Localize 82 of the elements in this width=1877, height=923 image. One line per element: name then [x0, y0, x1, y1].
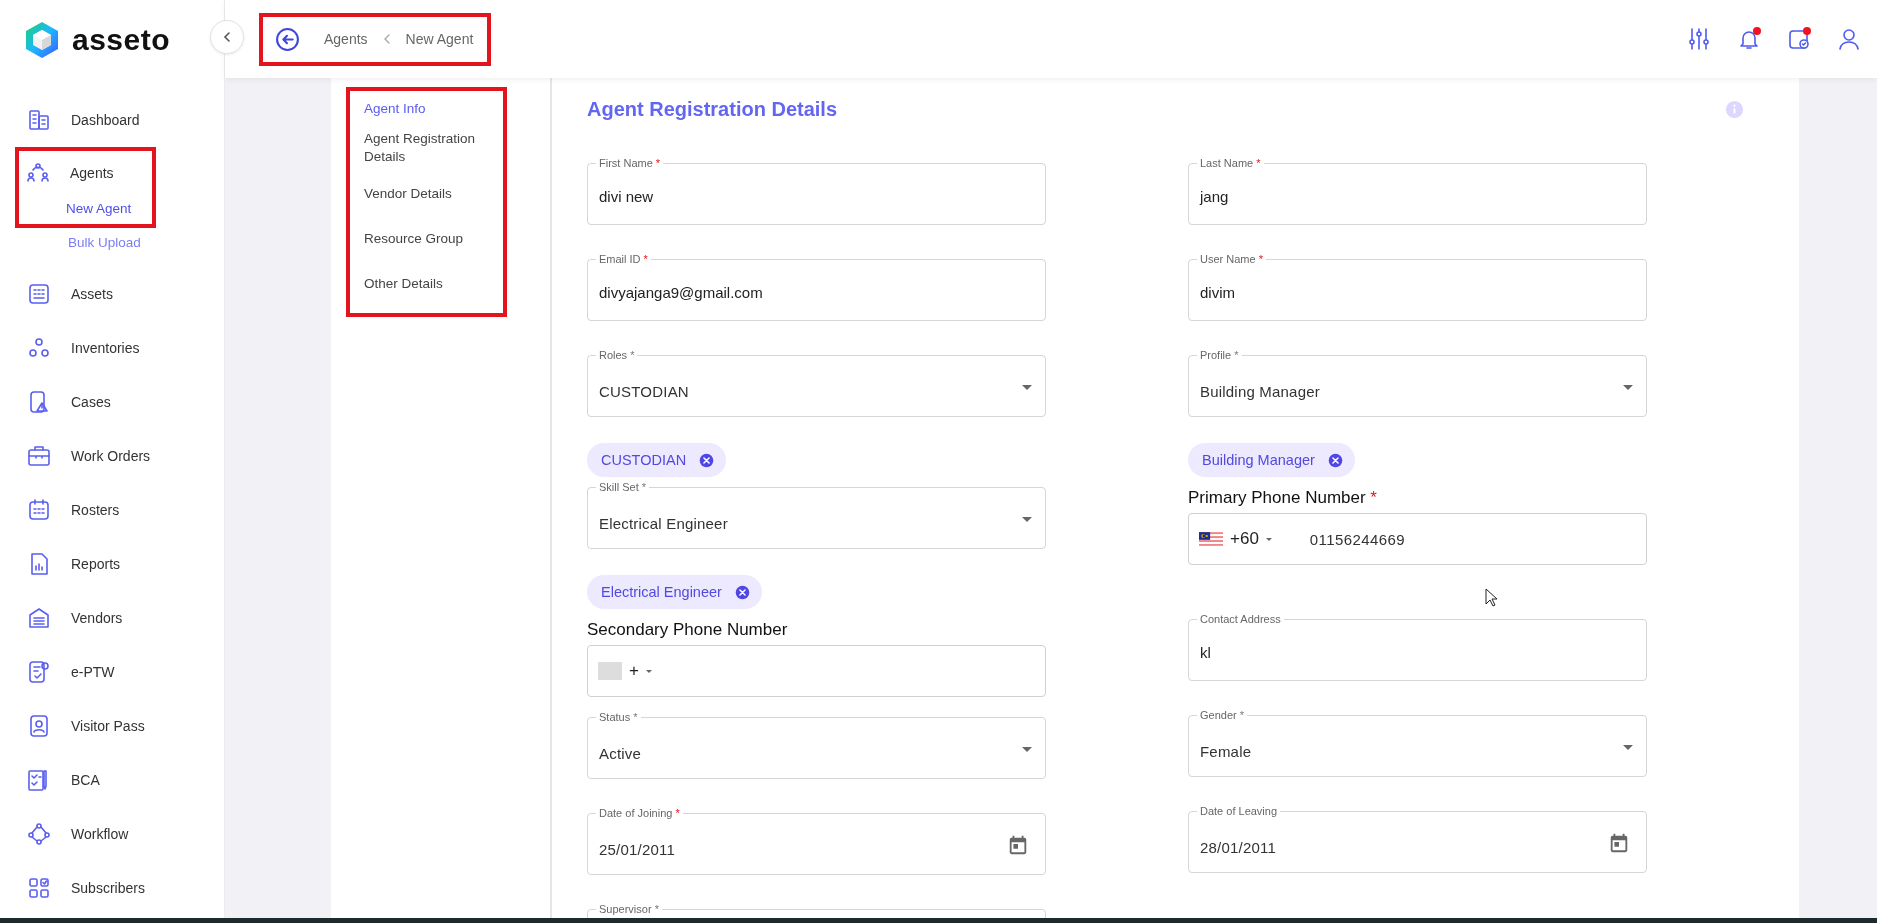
user-icon: [1837, 27, 1861, 51]
field-value: divyajanga9@gmail.com: [599, 284, 763, 301]
sidebar-item[interactable]: Dashboard: [71, 112, 140, 128]
sliders-icon: [1687, 27, 1711, 51]
warning-icon: [27, 390, 51, 414]
section-link[interactable]: Resource Group: [364, 217, 495, 262]
field-label: Roles *: [596, 349, 638, 361]
sidebar-item[interactable]: Agents: [70, 165, 114, 181]
section-link[interactable]: Agent Info: [364, 94, 495, 124]
brand-name: asseto: [72, 23, 171, 57]
field-value: Active: [599, 745, 642, 762]
field-value: kl: [1200, 644, 1211, 661]
field-value: Electrical Engineer: [599, 515, 728, 532]
field-value: divi new: [599, 188, 654, 205]
phone-number: 01156244669: [1309, 530, 1405, 548]
sidebar-item[interactable]: BCA: [71, 772, 100, 788]
sidebar-item[interactable]: Cases: [71, 394, 111, 410]
tag-label: Building Manager: [1202, 452, 1315, 468]
field-value: Building Manager: [1200, 383, 1320, 400]
breadcrumb-link[interactable]: New Agent: [405, 31, 474, 47]
sidebar-item[interactable]: Vendors: [71, 610, 123, 626]
field-label: First Name *: [596, 157, 664, 169]
field-label: Date of Joining *: [596, 807, 683, 819]
grid-icon: [27, 282, 51, 306]
field-value: CUSTODIAN: [599, 383, 689, 400]
field-label: Status *: [596, 711, 641, 723]
field-label: Supervisor *: [596, 903, 662, 915]
sidebar-item[interactable]: Inventories: [71, 340, 140, 356]
house-icon: [27, 606, 51, 630]
people-icon: [26, 161, 50, 185]
dial-code: +: [629, 661, 639, 681]
field-label: Email ID *: [596, 253, 651, 265]
sidebar-item[interactable]: Work Orders: [71, 448, 151, 464]
sidebar-item[interactable]: Rosters: [71, 502, 120, 518]
section-link[interactable]: Other Details: [364, 262, 495, 307]
sidebar-item[interactable]: Assets: [71, 286, 113, 302]
sidebar-item[interactable]: Workflow: [71, 826, 129, 842]
calendar-icon: [1007, 834, 1029, 856]
sidebar-item[interactable]: e-PTW: [71, 664, 115, 680]
tag-label: CUSTODIAN: [601, 452, 687, 468]
field-value: divim: [1200, 284, 1235, 301]
briefcase-icon: [27, 444, 51, 468]
field-label: Gender *: [1197, 709, 1248, 721]
dial-code: +60: [1230, 529, 1259, 549]
tiles-icon: [27, 876, 51, 900]
calendar-icon: [1608, 832, 1630, 854]
sidebar-item[interactable]: Visitor Pass: [71, 718, 145, 734]
cursor-icon: [1485, 588, 1499, 608]
sidebar-subitem[interactable]: New Agent: [26, 195, 132, 222]
circles-icon: [27, 336, 51, 360]
tag-label: Electrical Engineer: [601, 584, 722, 600]
sidebar-subitem[interactable]: Bulk Upload: [68, 228, 141, 257]
breadcrumb-link[interactable]: Agents: [324, 31, 368, 47]
form-title: Agent Registration Details: [587, 97, 838, 121]
field-value: 28/01/2011: [1200, 839, 1276, 856]
phone-field[interactable]: +: [587, 645, 1046, 697]
field-label: Secondary Phone Number: [587, 619, 789, 641]
phone-field[interactable]: +60 01156244669: [1188, 513, 1647, 565]
sidebar-item[interactable]: Reports: [71, 556, 121, 572]
chevron-left-icon: [221, 31, 233, 43]
field-value: jang: [1200, 188, 1229, 205]
remove-icon[interactable]: [698, 451, 716, 469]
remove-icon[interactable]: [1326, 451, 1344, 469]
remove-icon[interactable]: [733, 583, 751, 601]
field-label: Skill Set *: [596, 481, 650, 493]
badge-icon: [27, 714, 51, 738]
field-label: Date of Leaving: [1197, 805, 1281, 817]
field-label: Last Name *: [1197, 157, 1264, 169]
field-label: Primary Phone Number *: [1188, 487, 1378, 509]
field-label: Profile *: [1197, 349, 1242, 361]
section-link[interactable]: Agent Registration Details: [364, 124, 495, 172]
field-label: Contact Address: [1197, 613, 1284, 625]
building-icon: [27, 108, 51, 132]
field-label: User Name *: [1197, 253, 1266, 265]
clipboard-icon: [27, 660, 51, 684]
calendar-icon: [27, 498, 51, 522]
nodes-icon: [27, 822, 51, 846]
field-value: Female: [1200, 743, 1252, 760]
section-link[interactable]: Vendor Details: [364, 172, 495, 217]
field-value: 25/01/2011: [599, 841, 675, 858]
calendar-check-icon: [1787, 27, 1811, 51]
sidebar-item[interactable]: Subscribers: [71, 880, 145, 896]
